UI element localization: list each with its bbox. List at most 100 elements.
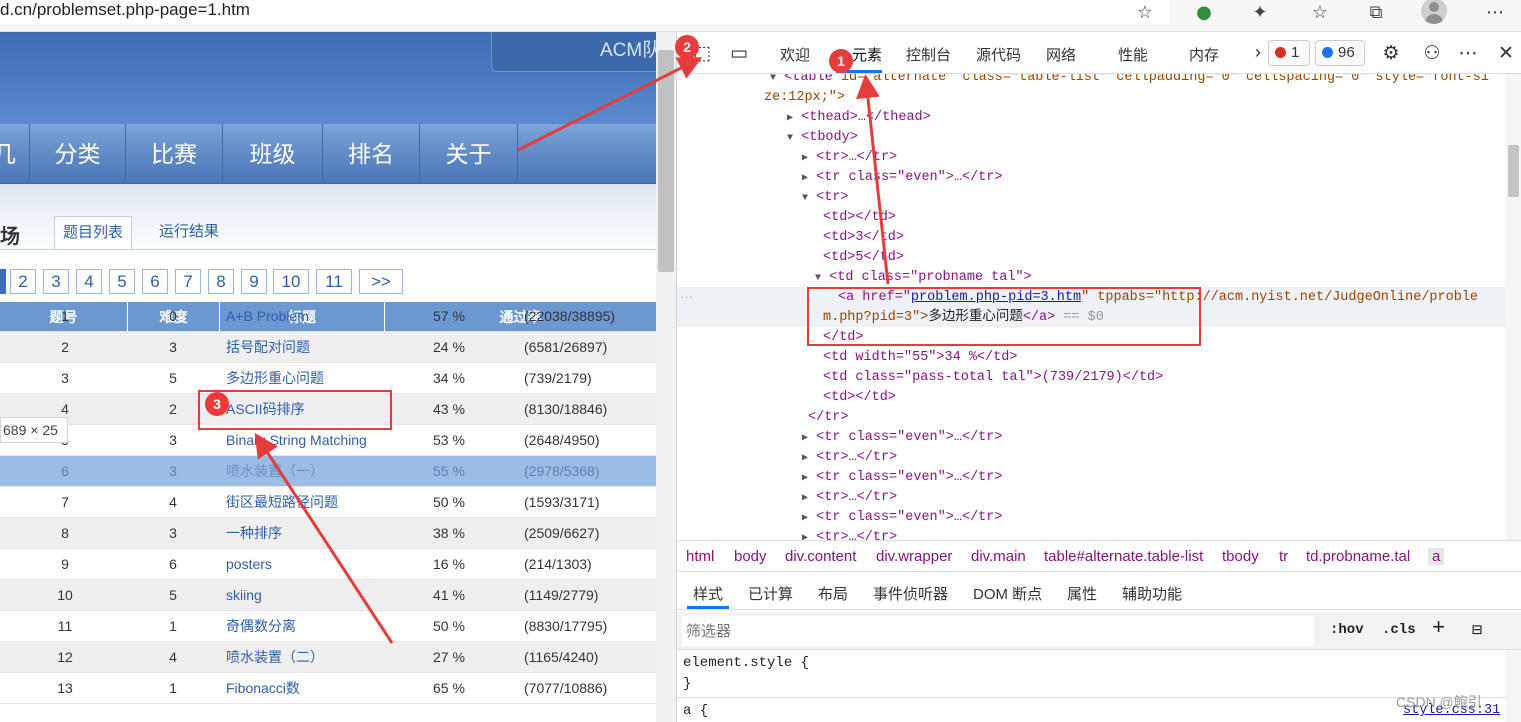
nav-item-category[interactable]: 分类 — [30, 124, 126, 184]
dom-node-tr-even[interactable]: ▶ <tr class="even">…</tr> — [802, 508, 1002, 528]
tab-problem-list[interactable]: 题目列表 — [54, 216, 133, 250]
table-row[interactable]: 1 0 A+B Problem 57 % (22038/38895) — [0, 301, 656, 332]
tab-network[interactable]: 网络 — [1046, 44, 1076, 65]
problem-title-link[interactable]: 喷水装置（二） — [226, 642, 324, 673]
customize-more-icon[interactable]: ⋯ — [1456, 41, 1480, 65]
dom-node-tr-close[interactable]: </tr> — [808, 408, 849, 428]
collections-icon[interactable]: ⧉ — [1365, 2, 1387, 24]
tab-styles[interactable]: 样式 — [693, 583, 723, 604]
problem-title-link[interactable]: 一种排序 — [226, 518, 282, 549]
dom-node-td-probname[interactable]: ▼ <td class="probname tal"> — [815, 268, 1032, 288]
add-rule-plus-icon[interactable]: + — [1432, 616, 1445, 641]
hov-button[interactable]: :hov — [1330, 622, 1364, 638]
dom-node-tr-open[interactable]: ▼ <tr> — [802, 188, 849, 208]
page-next[interactable]: >> — [359, 269, 403, 294]
page-7[interactable]: 7 — [175, 269, 201, 294]
page-10[interactable]: 10 — [273, 269, 309, 294]
tab-elements[interactable]: 元素 — [852, 44, 882, 65]
tab-dom-breakpoints[interactable]: DOM 断点 — [973, 583, 1042, 604]
tab-computed[interactable]: 已计算 — [748, 583, 793, 604]
table-row[interactable]: 7 4 街区最短路径问题 50 % (1593/3171) — [0, 487, 656, 518]
dom-scrollbar-thumb[interactable] — [1508, 145, 1519, 197]
tab-accessibility[interactable]: 辅助功能 — [1122, 583, 1182, 604]
device-toolbar-icon[interactable]: ▭ — [727, 41, 751, 65]
tab-memory[interactable]: 内存 — [1189, 44, 1219, 65]
dom-node-td[interactable]: <td>5</td> — [823, 248, 904, 268]
dom-node-tr[interactable]: ▶ <tr>…</tr> — [802, 448, 897, 468]
tab-run-results[interactable]: 运行结果 — [151, 216, 227, 250]
dom-node-tr-even[interactable]: ▶ <tr class="even">…</tr> — [802, 168, 1002, 188]
team-tab[interactable]: ACM队 — [491, 32, 656, 72]
dom-scrollbar[interactable] — [1506, 74, 1521, 540]
table-row[interactable]: 8 3 一种排序 38 % (2509/6627) — [0, 518, 656, 549]
problem-title-link[interactable]: Fibonacci数 — [226, 673, 300, 704]
problem-title-link[interactable]: posters — [226, 549, 272, 580]
page-9[interactable]: 9 — [241, 269, 267, 294]
crumb-div-main[interactable]: div.main — [971, 548, 1026, 565]
table-row[interactable]: 12 4 喷水装置（二） 27 % (1165/4240) — [0, 642, 656, 673]
dom-node-tr[interactable]: ▶ <tr>…</tr> — [802, 148, 897, 168]
dom-node-td-pass[interactable]: <td class="pass-total tal">(739/2179)</t… — [823, 368, 1163, 388]
page-scrollbar-thumb[interactable] — [658, 50, 674, 272]
problem-title-link[interactable]: A+B Problem — [226, 301, 309, 332]
extension-globe-icon[interactable]: ● — [1193, 2, 1215, 24]
more-menu-icon[interactable]: ⋯ — [1484, 2, 1506, 24]
table-row[interactable]: 9 6 posters 16 % (214/1303) — [0, 549, 656, 580]
crumb-tbody[interactable]: tbody — [1222, 548, 1259, 565]
page-8[interactable]: 8 — [208, 269, 234, 294]
page-5[interactable]: 5 — [109, 269, 135, 294]
crumb-html[interactable]: html — [686, 548, 714, 565]
favorites-icon[interactable]: ☆ — [1309, 2, 1331, 24]
problem-title-link[interactable]: 街区最短路径问题 — [226, 487, 338, 518]
feedback-icon[interactable]: ⚇ — [1420, 41, 1444, 65]
error-count-badge[interactable]: 1 — [1268, 40, 1310, 66]
nav-item-rank[interactable]: 排名 — [323, 124, 420, 184]
page-6[interactable]: 6 — [142, 269, 168, 294]
page-2[interactable]: 2 — [10, 269, 36, 294]
tab-welcome[interactable]: 欢迎 — [780, 44, 810, 65]
dom-node-td[interactable]: <td></td> — [823, 208, 896, 228]
dom-node-thead[interactable]: ▶ <thead>…</thead> — [787, 108, 931, 128]
dom-node-tbody[interactable]: ▼ <tbody> — [787, 128, 858, 148]
table-row[interactable]: 6 3 喷水装置（一） 55 % (2978/5368) — [0, 456, 656, 487]
tab-sources[interactable]: 源代码 — [976, 44, 1021, 65]
nav-item-contest[interactable]: 比赛 — [126, 124, 223, 184]
crumb-td-probname[interactable]: td.probname.tal — [1306, 548, 1410, 565]
styles-filter-input[interactable] — [682, 616, 1314, 646]
nav-item-about[interactable]: 关于 — [420, 124, 518, 184]
address-bar[interactable]: d.cn/problemset.php-page=1.htm — [0, 0, 1170, 24]
table-row[interactable]: 2 3 括号配对问题 24 % (6581/26897) — [0, 332, 656, 363]
cls-button[interactable]: .cls — [1382, 622, 1416, 638]
styles-scrollbar[interactable] — [1506, 650, 1521, 722]
table-row[interactable]: 13 1 Fibonacci数 65 % (7077/10886) — [0, 673, 656, 704]
problem-title-link[interactable]: 奇偶数分离 — [226, 611, 296, 642]
star-add-icon[interactable]: ☆ — [1134, 2, 1156, 24]
nav-item-partial[interactable]: 几 — [0, 124, 30, 184]
dom-node-table[interactable]: ▼ <table id="alternate" class="table-lis… — [770, 74, 1489, 88]
page-4[interactable]: 4 — [76, 269, 102, 294]
dom-node-tr-even[interactable]: ▶ <tr class="even">…</tr> — [802, 428, 1002, 448]
dom-node-tr-even[interactable]: ▶ <tr class="even">…</tr> — [802, 468, 1002, 488]
profile-avatar[interactable] — [1421, 0, 1447, 24]
dom-node-td[interactable]: <td></td> — [823, 388, 896, 408]
settings-gear-icon[interactable]: ⚙ — [1379, 41, 1403, 65]
extensions-icon[interactable]: ✦ — [1249, 2, 1271, 24]
table-row[interactable]: 11 1 奇偶数分离 50 % (8830/17795) — [0, 611, 656, 642]
crumb-div-content[interactable]: div.content — [785, 548, 856, 565]
problem-title-link[interactable]: skiing — [226, 580, 262, 611]
close-devtools-icon[interactable]: ✕ — [1494, 41, 1518, 65]
crumb-body[interactable]: body — [734, 548, 767, 565]
crumb-table[interactable]: table#alternate.table-list — [1044, 548, 1203, 565]
tab-console[interactable]: 控制台 — [906, 44, 951, 65]
tab-properties[interactable]: 属性 — [1067, 583, 1097, 604]
toggle-sidebar-icon[interactable]: ⊟ — [1472, 620, 1482, 641]
dom-node-td-width[interactable]: <td width="55">34 %</td> — [823, 348, 1017, 368]
tab-event-listeners[interactable]: 事件侦听器 — [873, 583, 948, 604]
problem-title-link[interactable]: 喷水装置（一） — [226, 456, 324, 487]
dom-node-tr[interactable]: ▶ <tr>…</tr> — [802, 488, 897, 508]
page-11[interactable]: 11 — [316, 269, 352, 294]
page-3[interactable]: 3 — [43, 269, 69, 294]
more-tabs-chevron-icon[interactable]: › — [1255, 42, 1261, 63]
message-count-badge[interactable]: 96 — [1315, 40, 1365, 66]
dom-node-tr[interactable]: ▶ <tr>…</tr> — [802, 528, 897, 540]
